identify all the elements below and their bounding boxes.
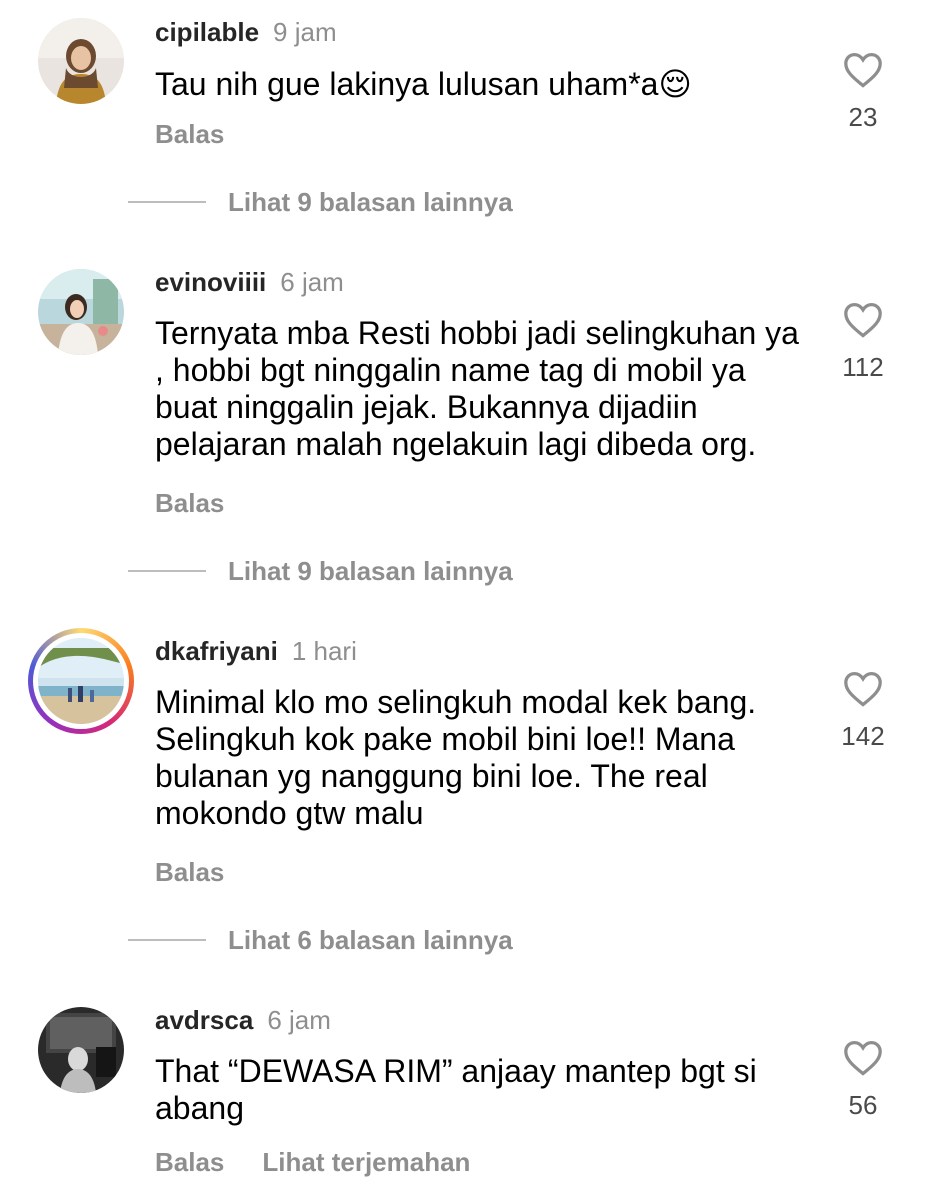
view-replies-button[interactable]: Lihat 9 balasan lainnya <box>128 185 513 218</box>
reply-button[interactable]: Balas <box>155 1147 224 1177</box>
like-count: 112 <box>842 352 884 382</box>
view-replies-label: Lihat 9 balasan lainnya <box>228 556 513 587</box>
comment-username[interactable]: cipilable <box>155 17 259 47</box>
view-replies-button[interactable]: Lihat 9 balasan lainnya <box>128 554 513 587</box>
comment-time: 1 hari <box>291 636 357 666</box>
divider-line <box>128 570 206 573</box>
comment-time: 6 jam <box>267 1005 331 1035</box>
view-replies-button[interactable]: Lihat 6 balasan lainnya <box>128 923 513 956</box>
comment-time: 9 jam <box>273 17 337 47</box>
avatar-story-ring[interactable] <box>28 628 134 734</box>
view-replies-label: Lihat 9 balasan lainnya <box>228 187 513 218</box>
avatar[interactable] <box>38 1007 124 1093</box>
heart-outline-icon[interactable] <box>843 302 883 338</box>
divider-line <box>128 201 206 204</box>
heart-outline-icon[interactable] <box>843 1040 883 1076</box>
like-count: 142 <box>841 721 885 751</box>
divider-line <box>128 939 206 942</box>
comment-text: Minimal klo mo selingkuh modal kek bang.… <box>155 684 757 831</box>
reply-button[interactable]: Balas <box>155 857 224 887</box>
avatar[interactable] <box>38 269 124 355</box>
comment-time: 6 jam <box>280 267 344 297</box>
view-replies-label: Lihat 6 balasan lainnya <box>228 925 513 956</box>
like-control: 112 <box>820 302 906 382</box>
comment-list: cipilable 9 jam Tau nih gue lakinya lulus… <box>0 0 930 1200</box>
comment-text: That “DEWASA RIM” anjaay mantep bgt si a… <box>155 1053 757 1126</box>
like-control: 56 <box>820 1040 906 1120</box>
comment-username[interactable]: dkafriyani <box>155 636 278 666</box>
comment-text: Ternyata mba Resti hobbi jadi selingkuha… <box>155 315 799 462</box>
avatar <box>38 638 124 724</box>
avatar[interactable] <box>38 18 124 104</box>
see-translation-button[interactable]: Lihat terjemahan <box>262 1147 470 1177</box>
like-control: 142 <box>820 671 906 751</box>
heart-outline-icon[interactable] <box>843 671 883 707</box>
comment-username[interactable]: evinoviiii <box>155 267 266 297</box>
like-control: 23 <box>820 52 906 132</box>
reply-button[interactable]: Balas <box>155 119 224 149</box>
like-count: 56 <box>848 1090 878 1120</box>
like-count: 23 <box>848 102 878 132</box>
comment-username[interactable]: avdrsca <box>155 1005 253 1035</box>
comment-text: Tau nih gue lakinya lulusan uham*a😌 <box>155 66 692 102</box>
heart-outline-icon[interactable] <box>843 52 883 88</box>
reply-button[interactable]: Balas <box>155 488 224 518</box>
